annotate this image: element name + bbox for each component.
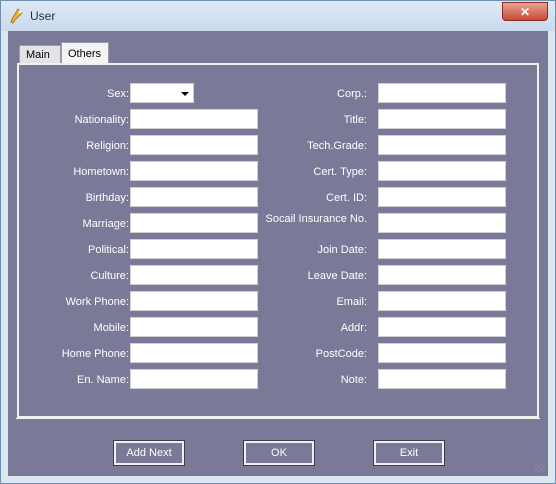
user-dialog-window: User ✕ Main Others Sex: Nationality: Rel… [0, 0, 556, 484]
postcode-field[interactable] [378, 343, 506, 363]
ok-button[interactable]: OK [243, 440, 315, 466]
cert-type-field[interactable] [378, 161, 506, 181]
political-field[interactable] [130, 239, 258, 259]
sex-label: Sex: [106, 88, 129, 100]
tab-others[interactable]: Others [61, 42, 109, 64]
marriage-field[interactable] [130, 213, 258, 233]
chevron-down-icon [181, 92, 189, 96]
note-field[interactable] [378, 369, 506, 389]
mobile-label: Mobile: [93, 322, 129, 334]
tab-main[interactable]: Main [19, 45, 61, 63]
home-phone-field[interactable] [130, 343, 258, 363]
title-field[interactable] [378, 109, 506, 129]
resize-grip-icon[interactable] [535, 463, 545, 473]
tech-grade-field[interactable] [378, 135, 506, 155]
nationality-field[interactable] [130, 109, 258, 129]
cert-id-label: Cert. ID: [326, 192, 367, 204]
tab-main-label: Main [26, 48, 50, 61]
title-label: Title: [343, 114, 367, 126]
corp-label: Corp.: [337, 88, 367, 100]
close-button[interactable]: ✕ [502, 2, 548, 21]
religion-field[interactable] [130, 135, 258, 155]
window-title: User [30, 9, 56, 23]
social-insurance-no-field[interactable] [378, 213, 506, 233]
add-next-button[interactable]: Add Next [113, 440, 185, 466]
culture-field[interactable] [130, 265, 258, 285]
tech-grade-label: Tech.Grade: [307, 140, 367, 152]
postcode-label: PostCode: [315, 348, 367, 360]
work-phone-label: Work Phone: [65, 296, 129, 308]
cert-type-label: Cert. Type: [313, 166, 367, 178]
close-icon: ✕ [519, 4, 531, 19]
title-bar[interactable]: User ✕ [1, 1, 555, 31]
nationality-label: Nationality: [74, 114, 129, 126]
join-date-field[interactable] [378, 239, 506, 259]
work-phone-field[interactable] [130, 291, 258, 311]
email-field[interactable] [378, 291, 506, 311]
leave-date-field[interactable] [378, 265, 506, 285]
hometown-field[interactable] [130, 161, 258, 181]
home-phone-label: Home Phone: [61, 348, 129, 360]
en-name-field[interactable] [130, 369, 258, 389]
marriage-label: Marriage: [82, 218, 129, 230]
en-name-label: En. Name: [77, 374, 129, 386]
note-label: Note: [340, 374, 367, 386]
divider [16, 418, 540, 419]
email-label: Email: [336, 296, 367, 308]
tab-others-label: Others [68, 47, 102, 60]
hometown-label: Hometown: [73, 166, 129, 178]
cert-id-field[interactable] [378, 187, 506, 207]
corp-field[interactable] [378, 83, 506, 103]
leave-date-label: Leave Date: [307, 270, 367, 282]
addr-field[interactable] [378, 317, 506, 337]
culture-label: Culture: [90, 270, 129, 282]
birthday-field[interactable] [130, 187, 258, 207]
social-insurance-no-label: Socail Insurance No. [265, 213, 368, 225]
sex-select[interactable] [130, 83, 194, 103]
dialog-body: Main Others Sex: Nationality: Religion: … [8, 31, 548, 476]
birthday-label: Birthday: [85, 192, 129, 204]
mobile-field[interactable] [130, 317, 258, 337]
app-icon [10, 8, 23, 24]
join-date-label: Join Date: [317, 244, 367, 256]
exit-button[interactable]: Exit [373, 440, 445, 466]
addr-label: Addr: [340, 322, 367, 334]
others-tab-panel: Sex: Nationality: Religion: Hometown: Bi… [17, 63, 539, 418]
political-label: Political: [88, 244, 129, 256]
religion-label: Religion: [86, 140, 129, 152]
